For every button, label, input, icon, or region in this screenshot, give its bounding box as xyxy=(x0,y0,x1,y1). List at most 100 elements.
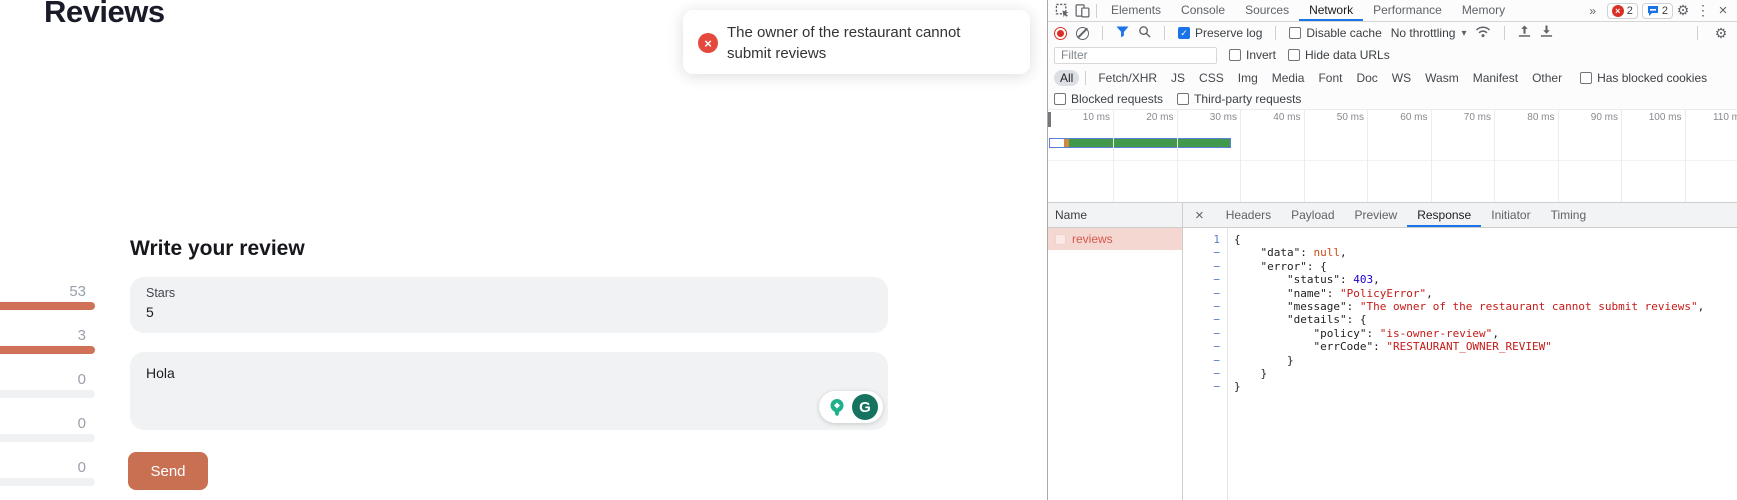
devtools-tab-memory[interactable]: Memory xyxy=(1452,0,1515,21)
network-settings-gear-icon[interactable]: ⚙ xyxy=(1711,23,1731,43)
close-devtools-icon[interactable]: × xyxy=(1713,1,1733,21)
detail-tab-payload[interactable]: Payload xyxy=(1281,203,1344,227)
gridline xyxy=(1048,160,1737,161)
throttling-value: No throttling xyxy=(1391,26,1456,40)
clear-network-log-icon[interactable] xyxy=(1076,27,1089,40)
message-bubble-icon xyxy=(1647,5,1659,17)
fold-marker[interactable]: − xyxy=(1183,367,1227,380)
fold-marker[interactable]: − xyxy=(1183,300,1227,313)
devtools-tab-performance[interactable]: Performance xyxy=(1363,0,1452,21)
rating-row: 3 xyxy=(0,327,96,357)
type-filter-other[interactable]: Other xyxy=(1526,70,1568,86)
inspect-icon[interactable] xyxy=(1052,1,1072,21)
third-party-requests-checkbox[interactable]: Third-party requests xyxy=(1177,92,1301,106)
rating-count: 3 xyxy=(78,327,86,344)
throttling-dropdown[interactable]: No throttling ▾ xyxy=(1391,26,1467,40)
detail-tab-timing[interactable]: Timing xyxy=(1541,203,1597,227)
type-filter-css[interactable]: CSS xyxy=(1193,70,1230,86)
separator xyxy=(1504,26,1505,40)
error-count-badge[interactable]: × 2 xyxy=(1607,3,1638,19)
kebab-menu-icon[interactable]: ⋮ xyxy=(1693,1,1713,21)
timeline-ruler[interactable]: 10 ms20 ms30 ms40 ms50 ms60 ms70 ms80 ms… xyxy=(1048,110,1737,202)
issues-badge[interactable]: 2 xyxy=(1642,3,1673,19)
gridline xyxy=(1113,110,1114,202)
device-toolbar-icon[interactable] xyxy=(1072,1,1092,21)
detail-tab-response[interactable]: Response xyxy=(1407,203,1481,227)
detail-tab-headers[interactable]: Headers xyxy=(1216,203,1281,227)
third-party-requests-label: Third-party requests xyxy=(1194,92,1301,106)
fold-marker[interactable]: − xyxy=(1183,327,1227,340)
line-number-gutter: 1−−−−−−−−−−− xyxy=(1183,228,1228,500)
error-toast: × The owner of the restaurant cannot sub… xyxy=(683,10,1030,74)
devtools-tab-console[interactable]: Console xyxy=(1171,0,1235,21)
suggestion-bulb-icon[interactable] xyxy=(824,394,850,420)
checkbox-icon xyxy=(1288,49,1300,61)
fold-marker[interactable]: − xyxy=(1183,273,1227,286)
type-filter-all[interactable]: All xyxy=(1054,70,1079,86)
hide-data-urls-checkbox[interactable]: Hide data URLs xyxy=(1288,48,1390,62)
detail-tab-initiator[interactable]: Initiator xyxy=(1481,203,1540,227)
devtools-panel: ElementsConsoleSourcesNetworkPerformance… xyxy=(1047,0,1737,500)
grammarly-widget[interactable]: G xyxy=(819,391,883,423)
grammarly-icon[interactable]: G xyxy=(852,394,878,420)
disable-cache-label: Disable cache xyxy=(1306,26,1381,40)
type-filter-img[interactable]: Img xyxy=(1232,70,1264,86)
rating-bar xyxy=(0,390,95,398)
reviews-page: Reviews × The owner of the restaurant ca… xyxy=(0,0,1047,500)
import-har-icon[interactable] xyxy=(1518,25,1531,41)
has-blocked-cookies-checkbox[interactable]: Has blocked cookies xyxy=(1580,71,1707,85)
type-filter-media[interactable]: Media xyxy=(1266,70,1311,86)
devtools-tab-sources[interactable]: Sources xyxy=(1235,0,1299,21)
filter-input[interactable] xyxy=(1054,47,1217,64)
blocked-requests-checkbox[interactable]: Blocked requests xyxy=(1054,92,1163,106)
settings-gear-icon[interactable]: ⚙ xyxy=(1673,1,1693,21)
review-textarea[interactable]: Hola G xyxy=(130,352,888,430)
invert-checkbox[interactable]: Invert xyxy=(1229,48,1276,62)
type-filter-doc[interactable]: Doc xyxy=(1350,70,1383,86)
devtools-tab-network[interactable]: Network xyxy=(1299,0,1363,21)
response-json: { "data": null, "error": { "status": 403… xyxy=(1234,228,1737,500)
fold-marker[interactable]: − xyxy=(1183,380,1227,393)
stars-field[interactable]: Stars 5 xyxy=(130,277,888,333)
fold-marker[interactable]: − xyxy=(1183,354,1227,367)
type-filter-fetch-xhr[interactable]: Fetch/XHR xyxy=(1092,70,1163,86)
fold-marker[interactable]: − xyxy=(1183,287,1227,300)
request-row[interactable]: reviews xyxy=(1048,228,1182,250)
type-filter-js[interactable]: JS xyxy=(1165,70,1191,86)
preserve-log-checkbox[interactable]: ✓ Preserve log xyxy=(1178,26,1262,40)
request-flags-row: Blocked requests Third-party requests xyxy=(1048,89,1737,110)
filter-funnel-icon[interactable] xyxy=(1116,26,1129,41)
type-filter-ws[interactable]: WS xyxy=(1386,70,1417,86)
type-filter-manifest[interactable]: Manifest xyxy=(1467,70,1524,86)
fold-marker[interactable]: − xyxy=(1183,340,1227,353)
timeline-tick-label: 50 ms xyxy=(1304,112,1364,123)
send-button[interactable]: Send xyxy=(128,452,208,490)
close-detail-icon[interactable]: × xyxy=(1183,207,1216,224)
timeline-tick-label: 110 ms xyxy=(1685,112,1737,123)
record-network-log-icon[interactable] xyxy=(1054,27,1067,40)
response-viewer[interactable]: 1−−−−−−−−−−− { "data": null, "error": { … xyxy=(1183,228,1737,500)
more-tabs-icon[interactable]: » xyxy=(1583,1,1603,21)
request-list: reviews xyxy=(1048,228,1182,250)
rating-bar xyxy=(0,434,95,442)
separator xyxy=(1275,26,1276,40)
separator xyxy=(1085,71,1086,85)
detail-tabs: HeadersPayloadPreviewResponseInitiatorTi… xyxy=(1216,203,1596,227)
export-har-icon[interactable] xyxy=(1540,25,1553,41)
fold-marker[interactable]: − xyxy=(1183,260,1227,273)
request-waterfall-bar[interactable] xyxy=(1049,138,1231,148)
rating-row: 0 xyxy=(0,415,96,445)
search-icon[interactable] xyxy=(1138,25,1151,41)
fold-marker[interactable]: − xyxy=(1183,246,1227,259)
type-filter-font[interactable]: Font xyxy=(1312,70,1348,86)
disable-cache-checkbox[interactable]: Disable cache xyxy=(1289,26,1381,40)
rating-count: 53 xyxy=(69,283,86,300)
detail-tab-preview[interactable]: Preview xyxy=(1345,203,1408,227)
network-conditions-icon[interactable] xyxy=(1475,25,1491,41)
devtools-tab-elements[interactable]: Elements xyxy=(1101,0,1171,21)
name-column-header[interactable]: Name xyxy=(1048,202,1182,228)
json-line: } xyxy=(1234,380,1737,393)
fold-marker[interactable]: − xyxy=(1183,313,1227,326)
timeline-tick-label: 80 ms xyxy=(1495,112,1555,123)
type-filter-wasm[interactable]: Wasm xyxy=(1419,70,1465,86)
